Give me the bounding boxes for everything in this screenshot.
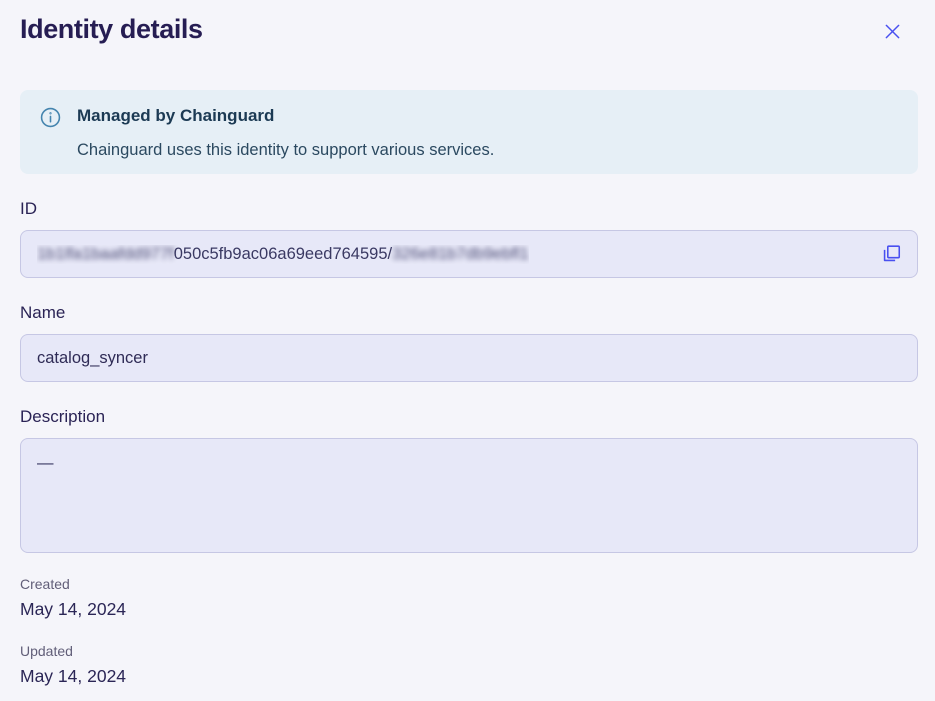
info-banner: Managed by Chainguard Chainguard uses th… (20, 90, 918, 174)
copy-icon (880, 243, 902, 265)
id-value-redacted-suffix: 326e81b7db9ebfl1 (392, 245, 529, 264)
close-button[interactable] (878, 17, 907, 46)
id-value: 1b1lfa1baafdd977f050c5fb9ac06a69eed76459… (37, 245, 529, 264)
info-icon (40, 107, 61, 161)
panel-header: Identity details (0, 0, 935, 46)
copy-id-button[interactable] (871, 234, 911, 274)
created-block: Created May 14, 2024 (20, 576, 935, 620)
page-title: Identity details (20, 13, 203, 45)
id-field[interactable]: 1b1lfa1baafdd977f050c5fb9ac06a69eed76459… (20, 230, 918, 278)
id-value-visible: 050c5fb9ac06a69eed764595/ (174, 245, 392, 264)
updated-label: Updated (20, 643, 935, 660)
description-input[interactable]: — (20, 438, 918, 553)
created-label: Created (20, 576, 935, 593)
id-value-redacted-prefix: 1b1lfa1baafdd977f (37, 245, 174, 264)
info-banner-content: Managed by Chainguard Chainguard uses th… (77, 104, 494, 161)
updated-value: May 14, 2024 (20, 666, 935, 687)
info-banner-title: Managed by Chainguard (77, 105, 494, 127)
id-label: ID (20, 199, 935, 219)
created-value: May 14, 2024 (20, 599, 935, 620)
updated-block: Updated May 14, 2024 (20, 643, 935, 687)
name-label: Name (20, 303, 935, 323)
close-icon (882, 30, 903, 45)
info-banner-message: Chainguard uses this identity to support… (77, 139, 494, 161)
name-input[interactable] (20, 334, 918, 382)
identity-details-panel: Identity details Managed by Chainguard C… (0, 0, 935, 687)
description-label: Description (20, 407, 935, 427)
